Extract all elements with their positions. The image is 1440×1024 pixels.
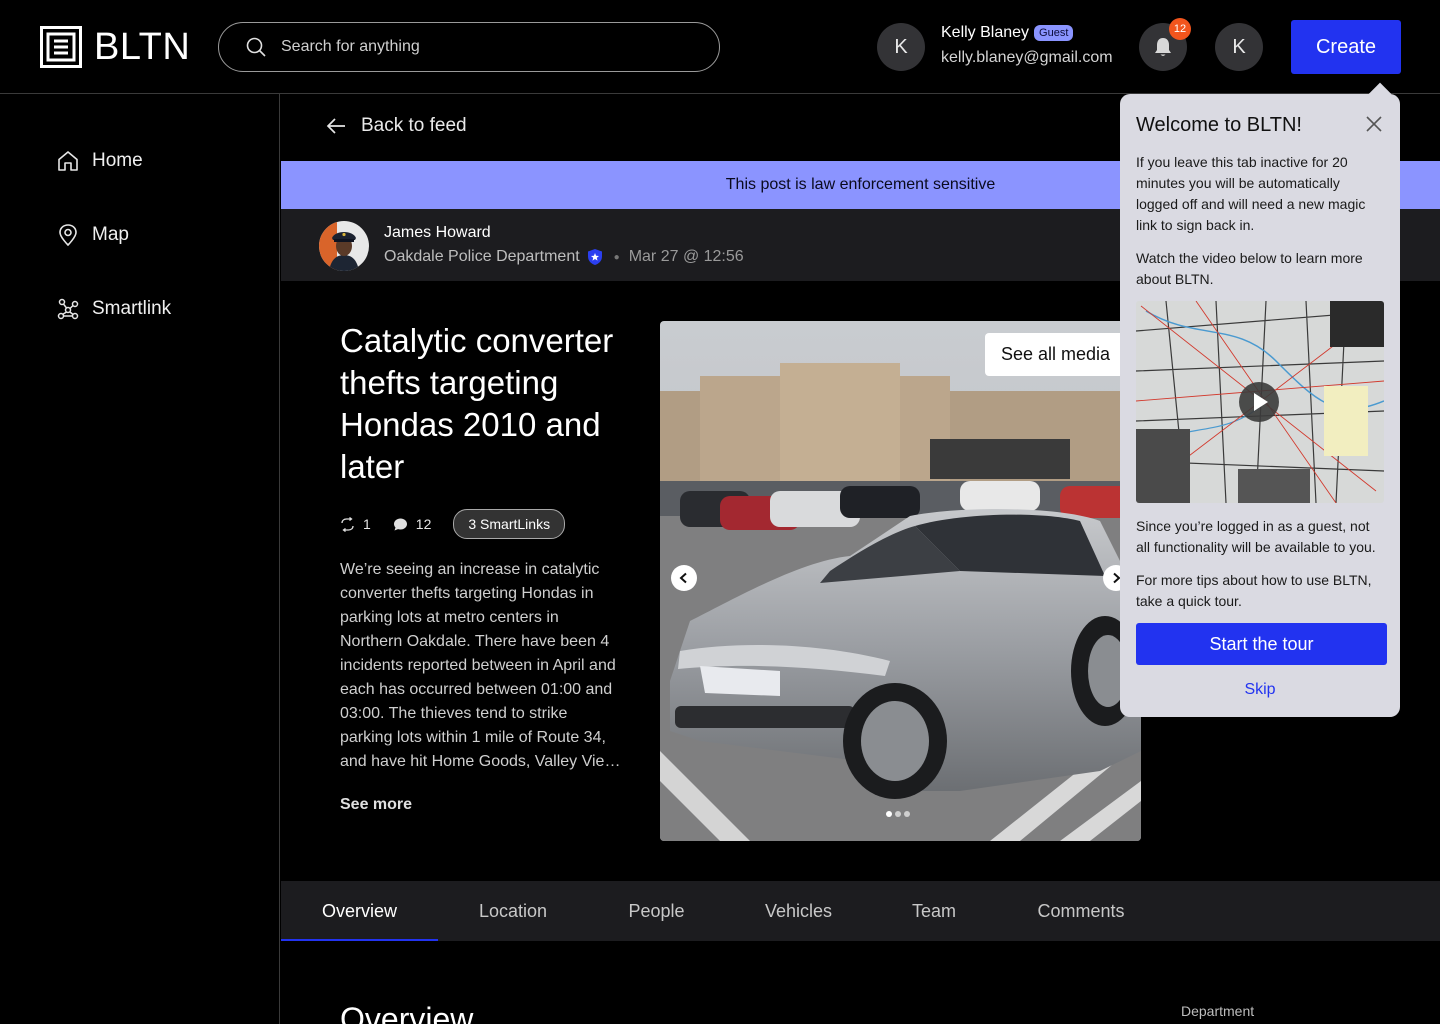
- tab-comments[interactable]: Comments: [996, 881, 1166, 941]
- user-info: Kelly Blaney Guest kelly.blaney@gmail.co…: [941, 24, 1113, 67]
- post-date: Mar 27 @ 12:56: [628, 248, 744, 265]
- home-icon: [58, 151, 78, 171]
- sidebar-item-home[interactable]: Home: [56, 149, 143, 173]
- close-icon[interactable]: [1364, 114, 1384, 134]
- comment-count-value: 12: [415, 516, 432, 532]
- search-icon: [246, 37, 266, 57]
- post-stats: 1 12 3 SmartLinks: [340, 509, 566, 539]
- repost-icon: [341, 516, 354, 532]
- network-icon: [57, 298, 79, 320]
- bltn-logo-icon: [40, 26, 82, 68]
- media-carousel[interactable]: [660, 321, 1141, 841]
- tab-location[interactable]: Location: [438, 881, 588, 941]
- investigation-board-video-thumbnail: [1136, 301, 1384, 503]
- post-tabs: Overview Location People Vehicles Team C…: [281, 881, 1440, 941]
- popover-guest-text: Since you’re logged in as a guest, not a…: [1136, 518, 1376, 555]
- sidebar: Home Map Smartlink: [0, 94, 280, 1024]
- user-name: Kelly Blaney: [941, 24, 1030, 41]
- comment-count[interactable]: 12: [393, 516, 432, 532]
- carousel-dot[interactable]: [895, 811, 901, 817]
- sidebar-item-map[interactable]: Map: [56, 223, 129, 247]
- chevron-left-icon: [679, 572, 687, 584]
- smartlinks-button[interactable]: 3 SmartLinks: [453, 509, 566, 539]
- profile-avatar[interactable]: K: [1215, 23, 1263, 71]
- arrow-left-icon: [326, 118, 345, 134]
- verified-shield-icon: [587, 249, 602, 265]
- start-tour-button[interactable]: Start the tour: [1136, 623, 1387, 665]
- search-input[interactable]: [281, 38, 681, 56]
- carousel-dot[interactable]: [904, 811, 910, 817]
- see-more-link[interactable]: See more: [340, 796, 412, 814]
- department-label: Department: [1181, 1003, 1255, 1019]
- sidebar-item-label: Home: [92, 150, 143, 171]
- meta-separator: ●: [613, 251, 620, 263]
- sidebar-item-smartlink[interactable]: Smartlink: [56, 297, 171, 321]
- intro-video[interactable]: [1136, 301, 1384, 503]
- bell-icon: [1155, 38, 1171, 56]
- bltn-logo[interactable]: BLTN: [40, 26, 190, 68]
- tab-vehicles[interactable]: Vehicles: [725, 881, 872, 941]
- author-meta: Oakdale Police Department ● Mar 27 @ 12:…: [384, 248, 744, 266]
- welcome-popover: Welcome to BLTN! If you leave this tab i…: [1120, 94, 1400, 717]
- sidebar-item-label: Map: [92, 224, 129, 245]
- post-title: Catalytic converter thefts targeting Hon…: [340, 322, 614, 485]
- notification-count-badge: 12: [1169, 18, 1191, 40]
- author-avatar[interactable]: [319, 221, 369, 271]
- user-name-row: Kelly Blaney Guest: [941, 24, 1113, 42]
- back-to-feed-link[interactable]: Back to feed: [325, 115, 467, 137]
- police-officer-avatar-image: [319, 221, 369, 271]
- author-name[interactable]: James Howard: [384, 224, 491, 242]
- back-label: Back to feed: [361, 115, 467, 136]
- carousel-dot[interactable]: [886, 811, 892, 817]
- comment-bubble-icon: [393, 518, 407, 530]
- see-all-media-button[interactable]: See all media: [985, 333, 1127, 376]
- popover-inactivity-text: If you leave this tab inactive for 20 mi…: [1136, 154, 1366, 233]
- overview-heading: Overview: [340, 1001, 474, 1024]
- create-button[interactable]: Create: [1291, 20, 1401, 74]
- sidebar-item-label: Smartlink: [92, 298, 172, 319]
- tab-people[interactable]: People: [588, 881, 725, 941]
- search-bar[interactable]: [218, 22, 720, 72]
- tab-team[interactable]: Team: [872, 881, 996, 941]
- popover-tour-text: For more tips about how to use BLTN, tak…: [1136, 572, 1372, 609]
- skip-tour-link[interactable]: Skip: [1120, 681, 1400, 699]
- repost-count[interactable]: 1: [340, 516, 371, 532]
- guest-badge: Guest: [1034, 25, 1074, 41]
- tab-overview[interactable]: Overview: [281, 881, 438, 941]
- user-avatar[interactable]: K: [877, 23, 925, 71]
- logo-text: BLTN: [94, 26, 191, 68]
- post-description: We’re seeing an increase in catalytic co…: [340, 561, 621, 770]
- user-email: kelly.blaney@gmail.com: [941, 49, 1113, 66]
- carousel-prev-button[interactable]: [671, 565, 697, 591]
- repost-count-value: 1: [363, 516, 371, 532]
- top-header: BLTN K Kelly Blaney Guest kelly.blaney@g…: [0, 0, 1440, 94]
- map-pin-icon: [59, 224, 77, 247]
- popover-title: Welcome to BLTN!: [1136, 114, 1302, 136]
- popover-video-intro-text: Watch the video below to learn more abou…: [1136, 250, 1363, 287]
- carousel-dots: [886, 811, 913, 817]
- department-name[interactable]: Oakdale Police Department: [384, 248, 580, 266]
- car-photo-image: [660, 321, 1141, 841]
